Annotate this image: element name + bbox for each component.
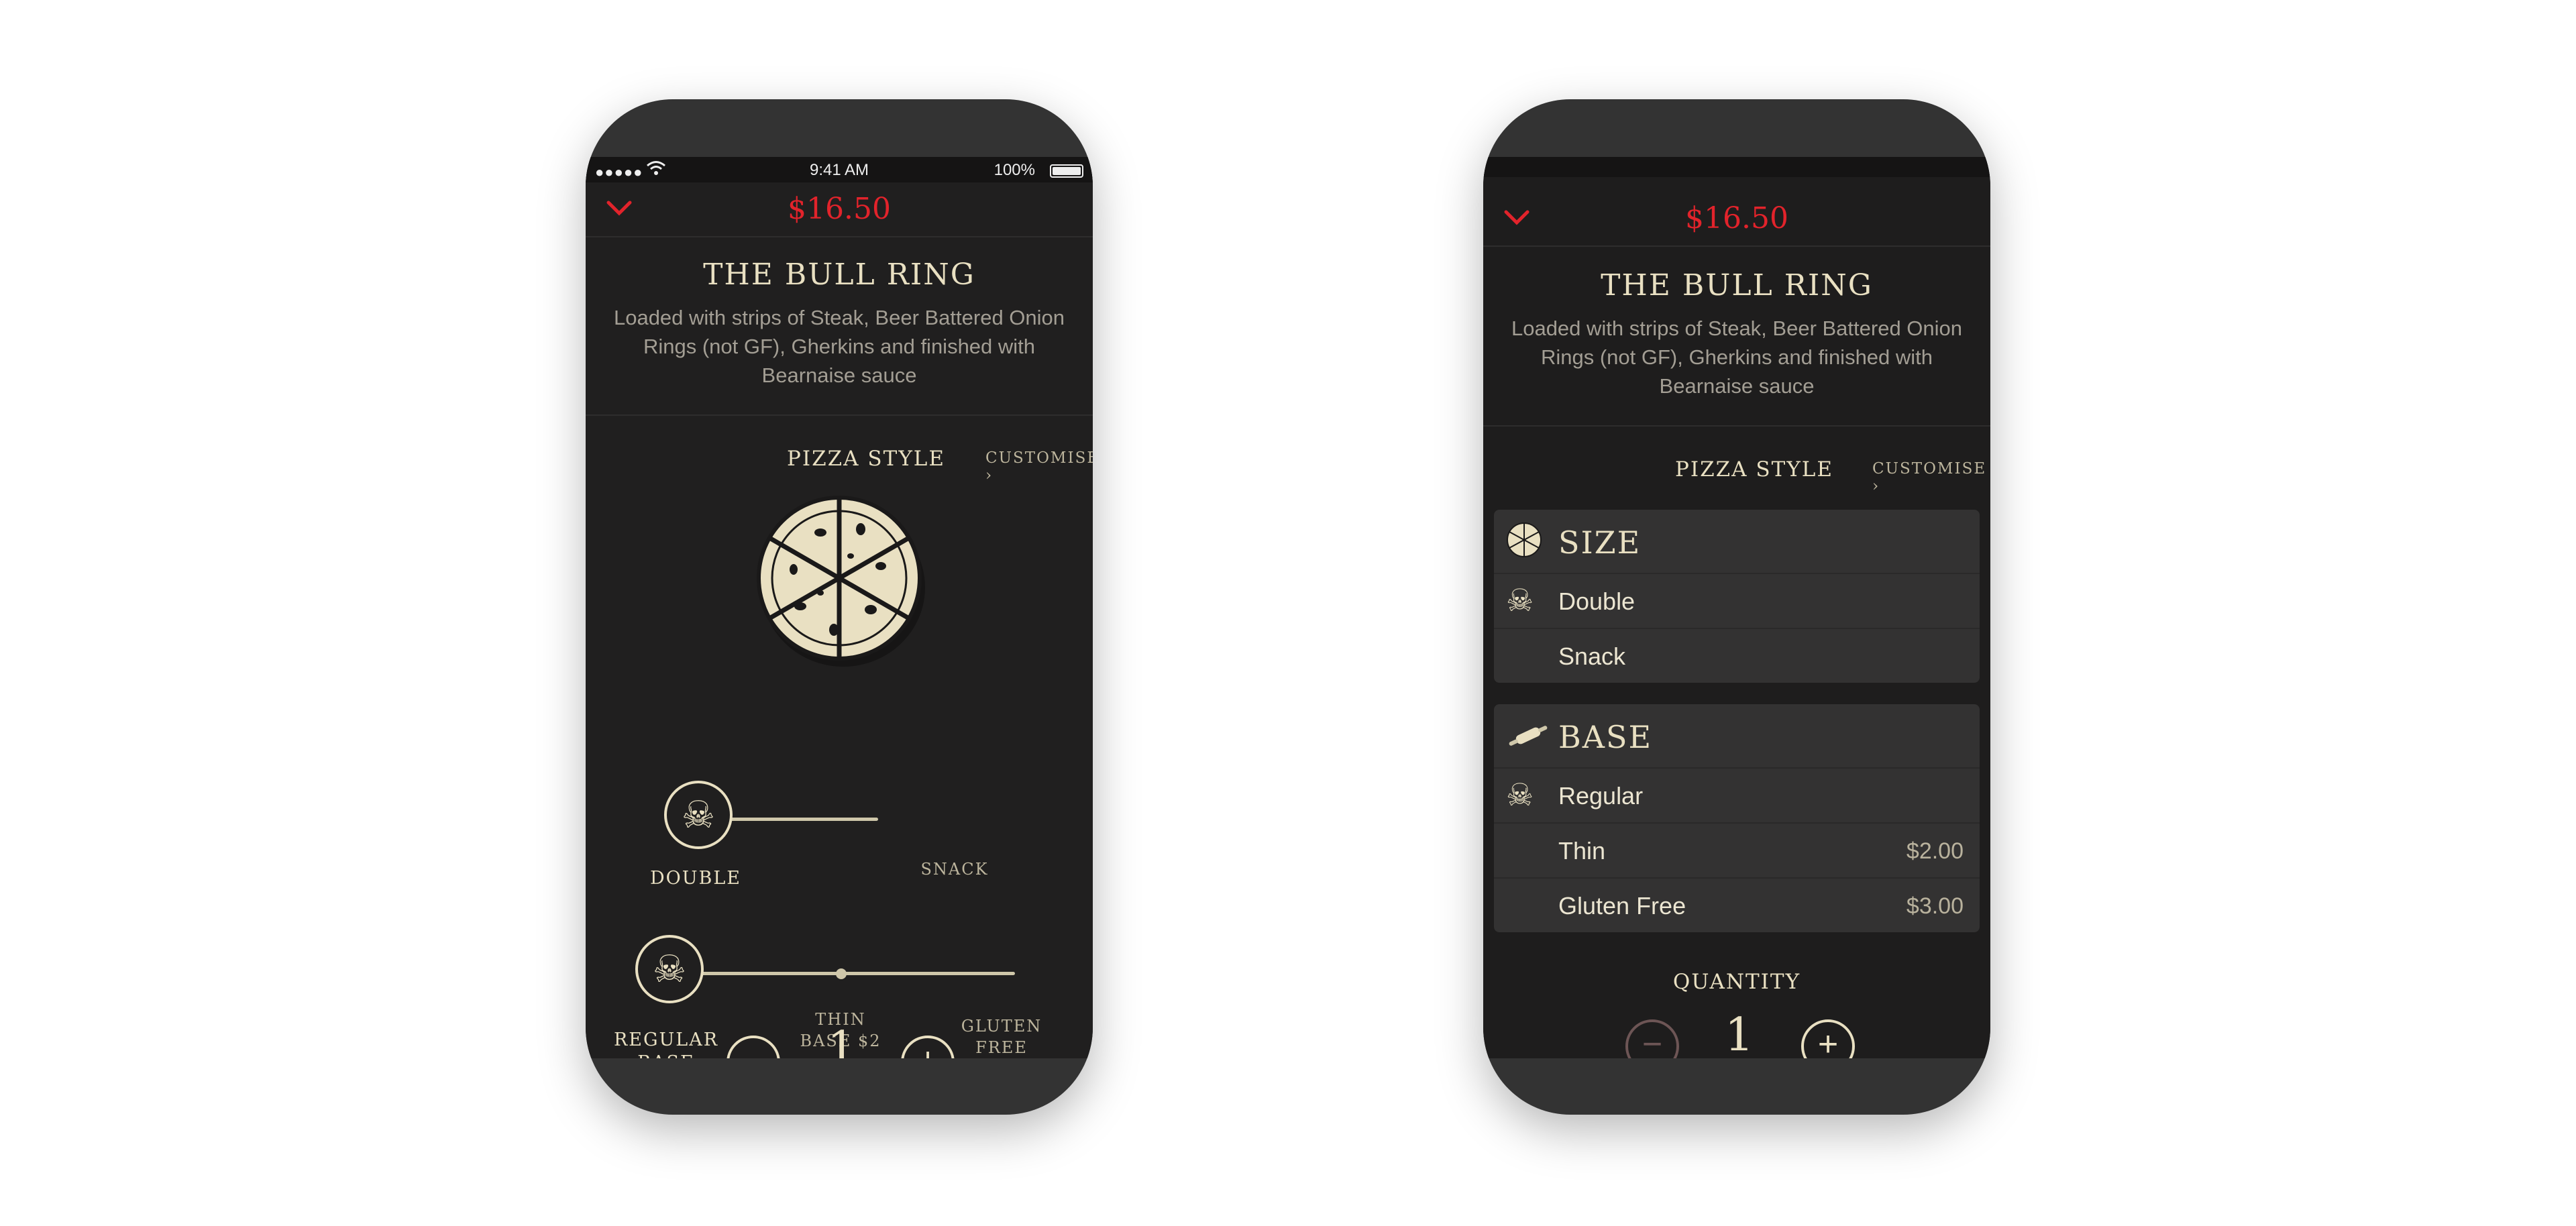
- quantity-value: 1: [1725, 1009, 1754, 1058]
- option-label: Gluten Free: [1558, 892, 1686, 920]
- rolling-pin-icon: [1509, 726, 1548, 746]
- size-group-title: SIZE: [1558, 524, 1642, 561]
- screen: $16.50 THE BULL RING Loaded with strips …: [1483, 157, 1990, 1058]
- phone-slider-layout: ●●●●● 9:41 AM 100% $16.50 THE BULL RING …: [586, 99, 1093, 1115]
- quantity-plus-button[interactable]: +: [1801, 1019, 1855, 1058]
- base-group-header: BASE: [1494, 704, 1980, 767]
- status-bar: [1483, 157, 1990, 177]
- status-bar: ●●●●● 9:41 AM 100%: [586, 157, 1093, 182]
- pizza-style-label: PIZZA STYLE: [1675, 457, 1834, 482]
- size-slider-knob[interactable]: ☠: [664, 781, 733, 849]
- battery-percent: 100%: [994, 161, 1035, 179]
- header: $16.50: [586, 182, 1093, 237]
- pizza-description: Loaded with strips of Steak, Beer Batter…: [613, 306, 1065, 387]
- pizza-title: THE BULL RING: [1601, 268, 1873, 302]
- option-label: Double: [1558, 588, 1635, 615]
- quantity-value: 1: [827, 1022, 857, 1058]
- customise-link[interactable]: CUSTOMISE ›: [1872, 460, 1990, 495]
- size-option-snack[interactable]: Snack: [1494, 628, 1980, 683]
- base-slider-knob[interactable]: ☠: [635, 935, 704, 1003]
- option-label: Thin: [1558, 837, 1606, 865]
- option-label: Snack: [1558, 643, 1626, 670]
- size-option-group: SIZE ☠ Double Snack: [1494, 510, 1980, 683]
- size-option-double[interactable]: ☠ Double: [1494, 573, 1980, 628]
- pizza-description: Loaded with strips of Steak, Beer Batter…: [1511, 317, 1963, 398]
- customise-link[interactable]: CUSTOMISE ›: [985, 449, 1093, 484]
- base-option-thin[interactable]: Thin $2.00: [1494, 822, 1980, 877]
- header: $16.50: [1483, 192, 1990, 247]
- option-price: $3.00: [1906, 893, 1964, 919]
- option-label: Regular: [1558, 782, 1644, 810]
- pizza-title: THE BULL RING: [703, 258, 975, 292]
- base-option-regular[interactable]: ☠ Regular: [1494, 767, 1980, 822]
- quantity-minus-button[interactable]: −: [727, 1036, 780, 1058]
- size-option-snack[interactable]: SNACK: [908, 858, 1002, 880]
- pizza-icon: [1507, 522, 1542, 557]
- slider-stop: [836, 968, 847, 979]
- pizza-style-label: PIZZA STYLE: [787, 447, 946, 471]
- base-option-group: BASE ☠ Regular Thin $2.00 Gluten Free $3…: [1494, 704, 1980, 932]
- base-group-title: BASE: [1558, 719, 1653, 755]
- base-option-regular[interactable]: REGULAR BASE: [612, 1029, 720, 1058]
- order-price: $16.50: [1685, 201, 1788, 235]
- base-option-gluten-free[interactable]: GLUTEN FREE BASE $3: [934, 1015, 1069, 1058]
- skull-icon: ☠: [1506, 777, 1534, 812]
- screen: ●●●●● 9:41 AM 100% $16.50 THE BULL RING …: [586, 157, 1093, 1058]
- base-option-gluten-free[interactable]: Gluten Free $3.00: [1494, 877, 1980, 932]
- skull-icon: ☠: [681, 793, 716, 836]
- pizza-icon: [757, 496, 925, 667]
- option-price: $2.00: [1906, 838, 1964, 864]
- phone-list-layout: $16.50 THE BULL RING Loaded with strips …: [1483, 99, 1990, 1115]
- order-price: $16.50: [788, 192, 891, 226]
- quantity-label: QUANTITY: [1672, 970, 1801, 994]
- divider: [1483, 425, 1990, 427]
- divider: [586, 414, 1093, 416]
- quantity-minus-button[interactable]: −: [1625, 1019, 1679, 1058]
- skull-icon: ☠: [1506, 583, 1534, 618]
- battery-icon: [1050, 164, 1083, 178]
- size-option-double[interactable]: DOUBLE: [649, 868, 743, 889]
- skull-icon: ☠: [652, 948, 687, 990]
- size-group-header: SIZE: [1494, 510, 1980, 573]
